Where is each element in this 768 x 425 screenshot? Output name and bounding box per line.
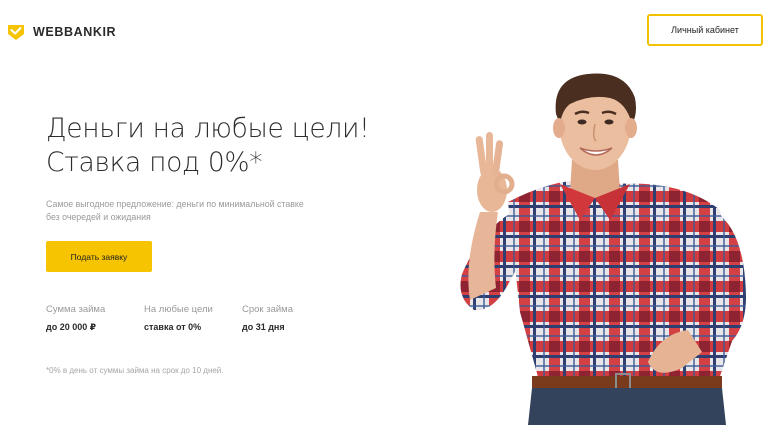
stat-purpose: На любые цели ставка от 0% xyxy=(144,304,242,333)
hero-photo xyxy=(460,73,746,425)
stat-label: Сумма займа xyxy=(46,304,106,315)
brand-name: WEBBANKIR xyxy=(33,25,117,39)
rate-footnote: *0% в день от суммы займа на срок до 10 … xyxy=(46,366,224,375)
apply-button[interactable]: Подать заявку xyxy=(46,241,152,272)
site-header: WEBBANKIR Личный кабинет xyxy=(0,0,768,60)
hero-subtitle: Самое выгодное предложение: деньги по ми… xyxy=(46,199,304,222)
hero-title-line-2: Ставка под 0%* xyxy=(46,147,263,178)
stat-loan-term: Срок займа до 31 дня xyxy=(242,304,340,333)
stat-value: до 20 000 ₽ xyxy=(46,322,97,332)
stat-value: ставка от 0% xyxy=(144,322,202,332)
stat-label: Срок займа xyxy=(242,304,293,315)
stat-value: до 31 дня xyxy=(242,322,285,332)
hero-title: Деньги на любые цели! Ставка под 0%* xyxy=(46,112,426,180)
brand-logo-icon xyxy=(8,25,24,40)
stat-loan-amount: Сумма займа до 20 000 ₽ xyxy=(46,304,144,333)
brand-logo[interactable]: WEBBANKIR xyxy=(6,23,116,41)
hero-title-line-1: Деньги на любые цели! xyxy=(46,113,370,144)
personal-cabinet-button[interactable]: Личный кабинет xyxy=(647,14,763,46)
stat-label: На любые цели xyxy=(144,304,213,315)
loan-stats: Сумма займа до 20 000 ₽ На любые цели ст… xyxy=(46,304,340,333)
